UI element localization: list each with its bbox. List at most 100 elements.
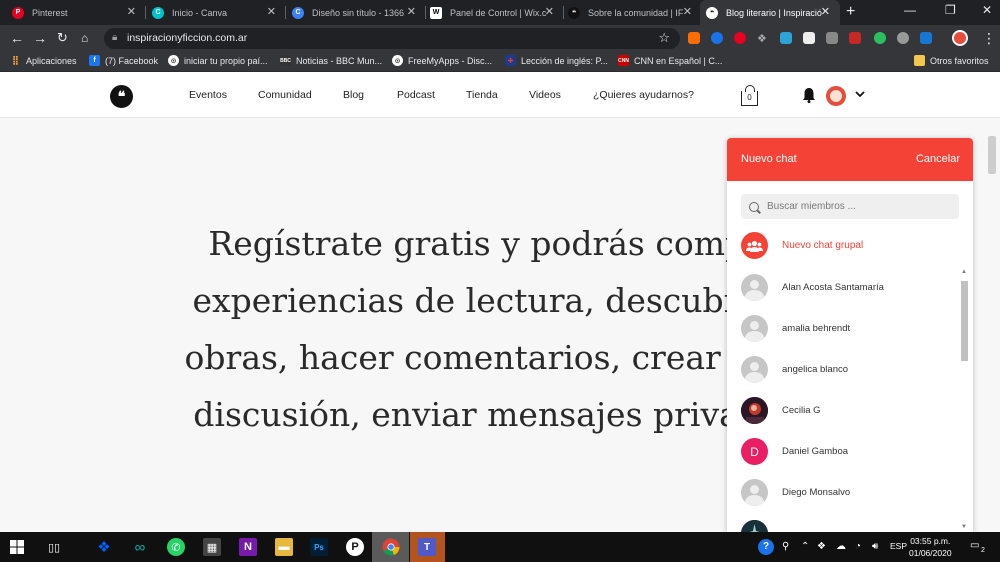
people-icon[interactable]: ⚲ <box>782 541 789 552</box>
task-view-icon[interactable]: ▯▯ <box>45 538 63 556</box>
cloud-icon[interactable]: ☁ <box>836 541 846 552</box>
minimize-icon[interactable]: — <box>904 3 916 17</box>
member-item[interactable]: amalia behrendt <box>741 315 850 342</box>
nav-videos[interactable]: Videos <box>529 89 561 101</box>
extension-icon[interactable] <box>780 32 792 44</box>
chat-header: Nuevo chat Cancelar <box>727 138 973 181</box>
chrome-icon[interactable] <box>382 538 400 556</box>
cart-icon[interactable]: 0 <box>741 85 758 106</box>
extension-icon[interactable] <box>826 32 838 44</box>
canva-icon: C <box>292 6 304 19</box>
home-icon[interactable]: ⌂ <box>81 30 88 46</box>
calculator-icon[interactable]: ▦ <box>203 538 221 556</box>
member-list-scrollbar[interactable]: ▲ ▼ <box>960 269 969 532</box>
bookmark-apps[interactable]: ⣿ Aplicaciones <box>10 55 77 66</box>
wifi-icon[interactable]: ◔ <box>855 541 861 552</box>
tab-canva-design[interactable]: C Diseño sin título - 1366 ✕ <box>286 0 426 25</box>
close-icon[interactable]: ✕ <box>267 6 276 18</box>
help-icon[interactable]: ? <box>758 539 774 555</box>
close-icon[interactable]: ✕ <box>127 6 136 18</box>
member-item[interactable]: Cecilia G <box>741 397 821 424</box>
volume-icon[interactable]: 🔊︎ <box>872 541 878 552</box>
menu-kebab-icon[interactable]: ⋮ <box>982 30 996 46</box>
evernote-extension-icon[interactable] <box>874 32 886 44</box>
nav-tienda[interactable]: Tienda <box>466 89 498 101</box>
dropbox-icon[interactable]: ❖ <box>95 538 113 556</box>
file-explorer-icon[interactable]: ▬ <box>275 538 293 556</box>
bookmark-cnn[interactable]: CNN CNN en Español | C... <box>618 55 722 66</box>
user-avatar[interactable] <box>826 86 846 106</box>
photoshop-icon[interactable]: Ps <box>310 538 328 556</box>
app-icon[interactable]: P <box>346 538 364 556</box>
member-item[interactable]: D Daniel Gamboa <box>741 438 848 465</box>
nav-eventos[interactable]: Eventos <box>189 89 227 101</box>
scrollbar-thumb[interactable] <box>961 281 968 361</box>
restore-icon[interactable]: ❐ <box>945 3 956 17</box>
cancel-button[interactable]: Cancelar <box>916 153 960 165</box>
profile-avatar[interactable] <box>952 30 968 46</box>
system-clock[interactable]: 03:55 p.m. 01/06/2020 <box>909 535 952 559</box>
chevron-up-icon[interactable]: ⌃ <box>801 541 809 552</box>
tab-canva-home[interactable]: C Inicio - Canva ✕ <box>146 0 286 25</box>
bookmark-facebook[interactable]: f (7) Facebook <box>89 55 158 66</box>
pdf-extension-icon[interactable] <box>849 32 861 44</box>
extension-icon[interactable] <box>688 32 700 44</box>
tab-pinterest[interactable]: P Pinterest ✕ <box>6 0 146 25</box>
nav-podcast[interactable]: Podcast <box>397 89 435 101</box>
bookmark-bbc[interactable]: BBC Noticias - BBC Mun... <box>280 55 382 66</box>
extension-icon[interactable] <box>920 32 932 44</box>
search-members-input[interactable] <box>767 201 947 212</box>
windows-start-icon[interactable] <box>8 538 26 556</box>
bookmark-leccion-ingles[interactable]: ✚ Lección de inglés: P... <box>505 55 608 66</box>
close-icon[interactable]: ✕ <box>683 6 692 18</box>
whatsapp-icon[interactable]: ✆ <box>167 538 185 556</box>
scroll-down-icon[interactable]: ▼ <box>961 524 967 530</box>
nav-comunidad[interactable]: Comunidad <box>258 89 312 101</box>
member-item[interactable]: angelica blanco <box>741 356 848 383</box>
arduino-icon[interactable]: ∞ <box>131 538 149 556</box>
notifications-icon[interactable]: ▭ <box>970 540 979 551</box>
close-icon[interactable]: ✕ <box>407 6 416 18</box>
tab-sobre-comunidad[interactable]: ❝ Sobre la comunidad | IF ✕ <box>562 0 702 25</box>
member-name: Alan Acosta Santamaría <box>782 282 884 293</box>
close-icon[interactable]: ✕ <box>545 6 554 18</box>
bookmark-otros-favoritos[interactable]: Otros favoritos <box>914 55 989 66</box>
bookmark-iniciar[interactable]: ⊙ iniciar tu propio paí... <box>168 55 268 66</box>
tab-label: Panel de Control | Wix.c <box>450 7 547 18</box>
photo-avatar <box>741 520 768 532</box>
extension-icon[interactable] <box>803 32 815 44</box>
page-scrollbar-thumb[interactable] <box>988 136 996 174</box>
member-search[interactable] <box>741 194 959 219</box>
new-tab-plus-icon[interactable]: + <box>846 4 855 20</box>
close-icon[interactable]: ✕ <box>821 6 830 18</box>
new-group-chat-button[interactable]: Nuevo chat grupal <box>741 232 863 259</box>
new-chat-panel: Nuevo chat Cancelar Nuevo chat grupal Al… <box>727 138 973 532</box>
language-indicator[interactable]: ESP <box>890 541 907 551</box>
member-item[interactable]: Alan Acosta Santamaría <box>741 274 884 301</box>
forward-arrow-icon[interactable]: → <box>33 30 47 46</box>
tab-blog-literario[interactable]: ❝ Blog literario | Inspiració ✕ <box>700 0 840 25</box>
address-bar[interactable]: 🔒︎ inspiracionyficcion.com.ar ☆ <box>104 28 680 49</box>
reload-icon[interactable]: ↻ <box>57 30 68 46</box>
pinterest-extension-icon[interactable] <box>734 32 746 44</box>
extension-icon[interactable] <box>711 32 723 44</box>
dropbox-tray-icon[interactable]: ❖ <box>817 541 826 552</box>
nav-quieres-ayudarnos[interactable]: ¿Quieres ayudarnos? <box>593 89 694 101</box>
teams-icon[interactable]: T <box>418 538 436 556</box>
default-avatar-icon <box>741 315 768 342</box>
scroll-up-icon[interactable]: ▲ <box>961 269 967 275</box>
tab-wix[interactable]: W Panel de Control | Wix.c ✕ <box>424 0 564 25</box>
back-arrow-icon[interactable]: ← <box>10 30 24 46</box>
onenote-icon[interactable]: N <box>239 538 257 556</box>
site-logo[interactable]: ❝ <box>110 85 133 108</box>
nav-blog[interactable]: Blog <box>343 89 364 101</box>
member-item[interactable]: Diego Monsalvo <box>741 479 850 506</box>
chevron-down-icon[interactable] <box>855 89 865 101</box>
bell-icon[interactable] <box>802 87 816 108</box>
bookmark-freemyapps[interactable]: ⊙ FreeMyApps - Disc... <box>392 55 492 66</box>
bookmark-star-icon[interactable]: ☆ <box>658 30 670 46</box>
window-close-icon[interactable]: ✕ <box>982 3 992 17</box>
member-item[interactable] <box>741 520 782 532</box>
extension-icon[interactable] <box>897 32 909 44</box>
dropbox-extension-icon[interactable]: ❖ <box>757 32 769 45</box>
